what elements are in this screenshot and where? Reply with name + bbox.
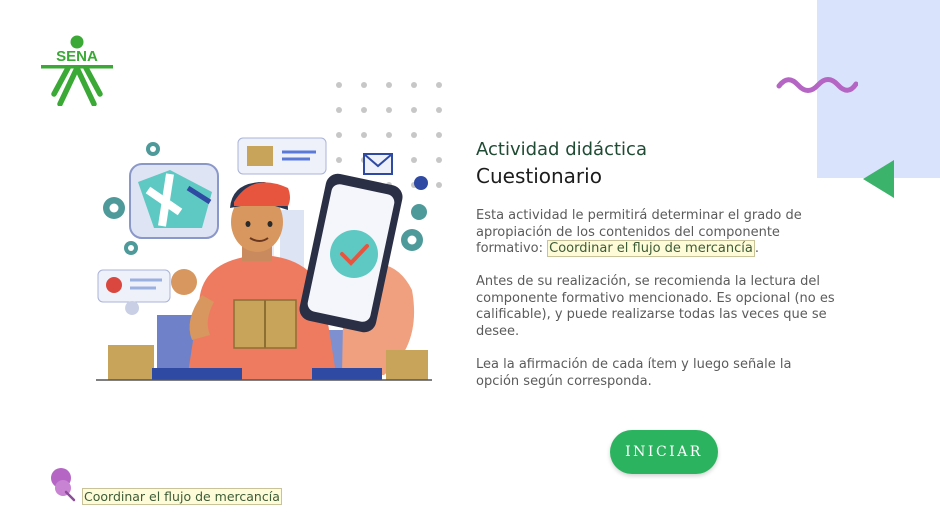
activity-title: Cuestionario [476, 164, 602, 188]
triangle-decoration [863, 160, 894, 198]
pushpin-icon [51, 468, 76, 502]
sena-logo: SENA [41, 35, 113, 106]
start-button[interactable]: INICIAR [610, 430, 718, 474]
component-link[interactable]: Coordinar el flujo de mercancía [547, 240, 755, 257]
wave-decoration [776, 77, 858, 93]
description-paragraph-3: Lea la afirmación de cada ítem y luego s… [476, 357, 792, 389]
description-paragraph-2: Antes de su realización, se recomienda l… [476, 274, 835, 339]
svg-text:SENA: SENA [56, 48, 98, 65]
activity-type-label: Actividad didáctica [476, 139, 647, 160]
component-footer-link[interactable]: Coordinar el flujo de mercancía [82, 488, 282, 505]
description-paragraph-1: Esta actividad le permitirá determinar e… [476, 208, 838, 258]
description-period: . [754, 241, 759, 256]
delivery-illustration [96, 137, 432, 381]
